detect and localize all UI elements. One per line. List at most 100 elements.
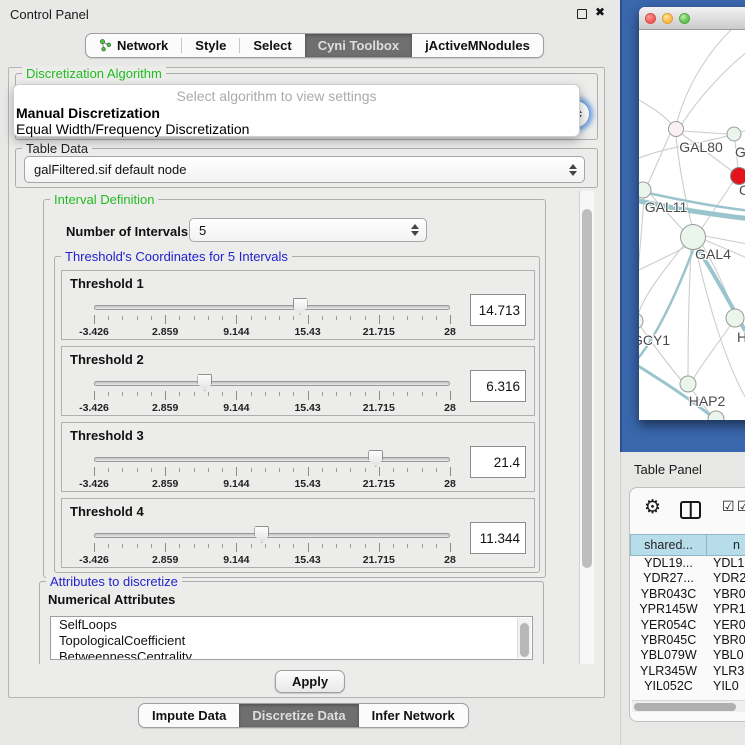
threshold-slider-track[interactable] bbox=[94, 457, 450, 462]
tick-mark bbox=[436, 316, 437, 320]
tick-mark bbox=[322, 544, 323, 548]
gear-icon[interactable]: ⚙ bbox=[644, 496, 661, 518]
close-icon[interactable]: ✖ bbox=[595, 5, 605, 19]
tick-mark bbox=[308, 467, 309, 476]
numerical-attributes-list[interactable]: SelfLoopsTopologicalCoefficientBetweenne… bbox=[50, 616, 533, 660]
checkbox-checked-icon[interactable]: ☑ bbox=[737, 499, 745, 515]
threshold-label: Threshold 4 bbox=[70, 504, 144, 519]
tick-mark bbox=[122, 544, 123, 548]
tab-network[interactable]: Network bbox=[86, 34, 181, 57]
table-cell: YBL079W bbox=[630, 648, 707, 663]
tick-mark bbox=[208, 316, 209, 320]
threshold-value-field[interactable]: 21.4 bbox=[470, 446, 526, 478]
tab-select[interactable]: Select bbox=[240, 34, 304, 57]
column-header-name[interactable]: n bbox=[707, 534, 745, 556]
threshold-value-field[interactable]: 6.316 bbox=[470, 370, 526, 402]
table-panel-title: Table Panel bbox=[634, 462, 702, 477]
table-row[interactable]: YIL052CYIL0 bbox=[630, 679, 745, 692]
attribute-list-item[interactable]: TopologicalCoefficient bbox=[51, 633, 532, 649]
threshold-slider-thumb[interactable] bbox=[293, 298, 308, 315]
table-row[interactable]: YDR27...YDR2 bbox=[630, 571, 745, 586]
threshold-slider-thumb[interactable] bbox=[368, 450, 383, 467]
node-ga bbox=[727, 127, 741, 141]
number-of-intervals-combobox[interactable]: 5 bbox=[189, 218, 427, 242]
tick-mark bbox=[108, 544, 109, 548]
split-pane-icon[interactable] bbox=[680, 501, 701, 519]
tick-mark bbox=[293, 544, 294, 548]
tick-mark bbox=[122, 468, 123, 472]
network-view-window[interactable]: GAL80 GA C GAL11 GAL4 GCY1 H HAP2 bbox=[639, 7, 745, 420]
tab-label: Impute Data bbox=[152, 708, 226, 723]
tick-mark bbox=[265, 316, 266, 320]
tick-label: 15.43 bbox=[294, 478, 320, 490]
tick-mark bbox=[450, 467, 451, 476]
tab-impute-data[interactable]: Impute Data bbox=[139, 704, 239, 727]
tick-mark bbox=[236, 543, 237, 552]
tick-mark bbox=[94, 543, 95, 552]
numerical-attributes-label: Numerical Attributes bbox=[48, 592, 175, 607]
table-cell: YER054C bbox=[630, 618, 707, 633]
tab-infer-network[interactable]: Infer Network bbox=[359, 704, 468, 727]
threshold-value-field[interactable]: 11.344 bbox=[470, 522, 526, 554]
table-data-selected: galFiltered.sif default node bbox=[34, 162, 186, 177]
dropdown-option-equal-width-frequency[interactable]: Equal Width/Frequency Discretization bbox=[16, 121, 249, 137]
threshold-slider-thumb[interactable] bbox=[254, 526, 269, 543]
window-close-icon[interactable] bbox=[645, 13, 656, 24]
threshold-label: Threshold 1 bbox=[70, 276, 144, 291]
threshold-value-field[interactable]: 14.713 bbox=[470, 294, 526, 326]
tick-mark bbox=[279, 316, 280, 320]
network-window-titlebar[interactable] bbox=[639, 7, 745, 30]
threshold-slider-track[interactable] bbox=[94, 305, 450, 310]
table-row[interactable]: YBL079WYBL0 bbox=[630, 648, 745, 663]
scrollbar-thumb[interactable] bbox=[634, 703, 736, 711]
group-title: Interval Definition bbox=[50, 192, 158, 207]
float-window-icon[interactable] bbox=[577, 9, 587, 19]
window-zoom-icon[interactable] bbox=[679, 13, 690, 24]
table-row[interactable]: YER054CYER0 bbox=[630, 618, 745, 633]
table-row[interactable]: YPR145WYPR1 bbox=[630, 602, 745, 617]
table-data-combobox[interactable]: galFiltered.sif default node bbox=[24, 156, 585, 183]
table-horizontal-scrollbar[interactable] bbox=[632, 700, 745, 712]
table-row[interactable]: YDL19...YDL1 bbox=[630, 556, 745, 571]
slider-ticks bbox=[94, 467, 450, 478]
tab-cyni-toolbox[interactable]: Cyni Toolbox bbox=[305, 34, 412, 57]
settings-vertical-scrollbar[interactable] bbox=[579, 191, 594, 664]
tab-jactivemnodules[interactable]: jActiveMNodules bbox=[412, 34, 543, 57]
node-gal80 bbox=[669, 122, 684, 137]
tick-label: 2.859 bbox=[152, 326, 178, 338]
checkbox-checked-icon[interactable]: ☑ bbox=[722, 499, 735, 515]
attributes-scrollbar[interactable] bbox=[517, 618, 531, 658]
tab-label: Discretize Data bbox=[252, 708, 345, 723]
tab-label: Style bbox=[195, 38, 226, 53]
tick-mark bbox=[137, 392, 138, 396]
settings-scroll-viewport: Interval Definition Number of Intervals … bbox=[15, 191, 594, 664]
tick-mark bbox=[336, 392, 337, 396]
attribute-list-item[interactable]: BetweennessCentrality bbox=[51, 649, 532, 660]
threshold-slider-thumb[interactable] bbox=[197, 374, 212, 391]
attribute-list-item[interactable]: SelfLoops bbox=[51, 617, 532, 633]
table-cell: YIL0 bbox=[707, 679, 745, 692]
network-canvas[interactable]: GAL80 GA C GAL11 GAL4 GCY1 H HAP2 bbox=[639, 30, 745, 420]
tick-mark bbox=[422, 468, 423, 472]
column-header-shared-name[interactable]: shared... bbox=[630, 534, 707, 556]
scrollbar-thumb[interactable] bbox=[582, 209, 592, 568]
table-row[interactable]: YBR043CYBR0 bbox=[630, 587, 745, 602]
window-minimize-icon[interactable] bbox=[662, 13, 673, 24]
table-row[interactable]: YLR345WYLR3 bbox=[630, 664, 745, 679]
slider-ticks bbox=[94, 391, 450, 402]
tick-mark bbox=[436, 392, 437, 396]
tick-mark bbox=[450, 391, 451, 400]
tab-discretize-data[interactable]: Discretize Data bbox=[239, 704, 358, 727]
dropdown-option-manual-discretization[interactable]: Manual Discretization bbox=[16, 105, 160, 121]
node-table-card: ⚙ ☑ ☑ shared... n YDL19...YDL1YDR27...YD… bbox=[629, 487, 745, 722]
threshold-slider-track[interactable] bbox=[94, 381, 450, 386]
node-gcy1 bbox=[639, 313, 643, 329]
threshold-slider-track[interactable] bbox=[94, 533, 450, 538]
tab-style[interactable]: Style bbox=[182, 34, 239, 57]
tick-label: 28 bbox=[444, 326, 456, 338]
combo-stepper-icon bbox=[411, 224, 419, 236]
tick-mark bbox=[222, 316, 223, 320]
apply-button[interactable]: Apply bbox=[275, 670, 345, 693]
tick-mark bbox=[165, 391, 166, 400]
table-row[interactable]: YBR045CYBR0 bbox=[630, 633, 745, 648]
